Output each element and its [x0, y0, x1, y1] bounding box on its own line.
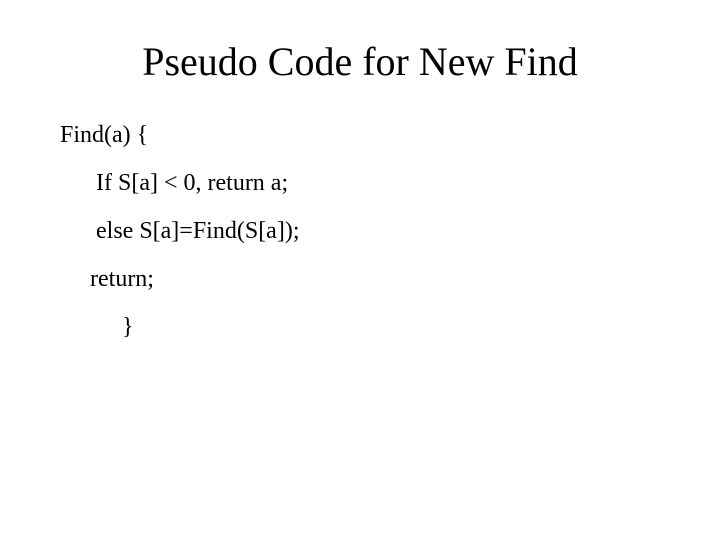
- code-line-3: else S[a]=Find(S[a]);: [60, 219, 660, 243]
- slide-title: Pseudo Code for New Find: [60, 38, 660, 85]
- slide: Pseudo Code for New Find Find(a) { If S[…: [0, 0, 720, 540]
- pseudocode-block: Find(a) { If S[a] < 0, return a; else S[…: [60, 123, 660, 339]
- code-line-2: If S[a] < 0, return a;: [60, 171, 660, 195]
- code-line-4: return;: [60, 267, 660, 291]
- code-line-5: }: [60, 315, 660, 339]
- code-line-1: Find(a) {: [60, 123, 660, 147]
